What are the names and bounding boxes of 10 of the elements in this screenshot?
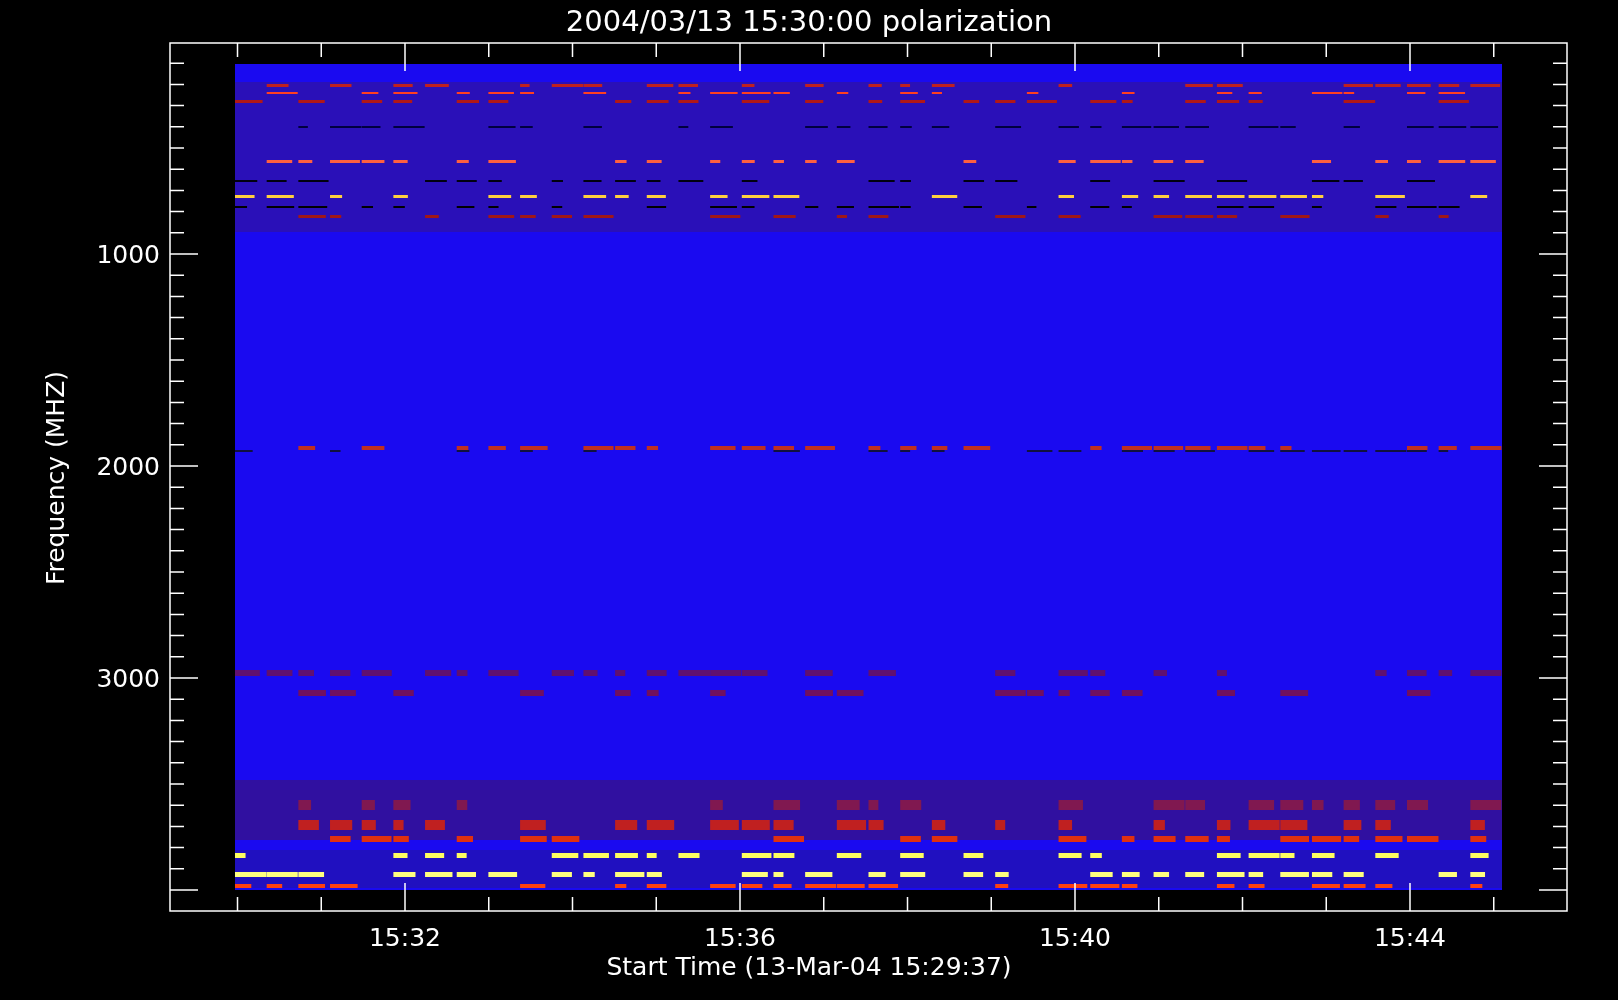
y-tick-label: 2000 [96,452,160,481]
y-tick-label: 1000 [96,240,160,269]
x-tick-label: 15:40 [1039,923,1111,952]
plot-title: 2004/03/13 15:30:00 polarization [565,4,1053,38]
x-tick-label: 15:36 [704,923,776,952]
y-tick-label: 3000 [96,664,160,693]
x-tick-label: 15:32 [369,923,441,952]
x-axis-label: Start Time (13-Mar-04 15:29:37) [606,952,1012,981]
y-axis-label: Frequency (MHZ) [41,370,70,586]
x-tick-label: 15:44 [1374,923,1446,952]
